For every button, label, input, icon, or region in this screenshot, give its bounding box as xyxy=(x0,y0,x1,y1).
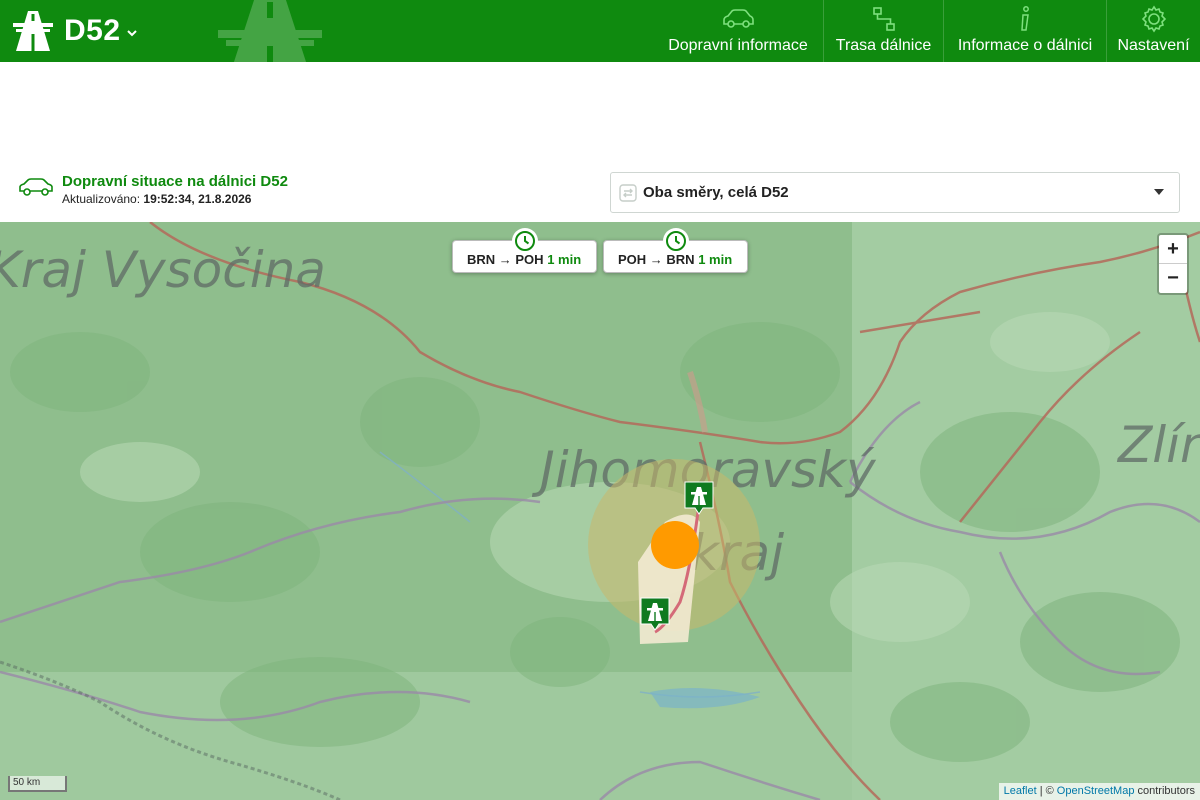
map[interactable]: Kraj Vysočina Jihomoravský kraj Zlín xyxy=(0,222,1200,800)
leaflet-link[interactable]: Leaflet xyxy=(1004,785,1037,797)
nav-settings[interactable]: Nastavení xyxy=(1106,0,1200,62)
nav-info-label: Informace o dálnici xyxy=(957,37,1093,54)
travel-route: BRN → POH xyxy=(467,252,544,267)
region-label-vysocina: Kraj Vysočina xyxy=(0,241,326,299)
zoom-in-button[interactable]: + xyxy=(1159,235,1187,264)
clock-icon xyxy=(511,228,538,254)
nav-settings-label: Nastavení xyxy=(1117,37,1190,54)
last-updated: Aktualizováno: 19:52:34, 21.8.2026 xyxy=(62,192,251,206)
attribution-suffix: contributors xyxy=(1137,785,1195,797)
road-selector[interactable]: D52 xyxy=(12,8,139,54)
car-icon xyxy=(723,9,754,28)
highway-watermark-icon xyxy=(218,0,322,62)
travel-time: 1 min xyxy=(698,252,733,267)
nav-traffic-info[interactable]: Dopravní informace xyxy=(653,0,823,62)
highway-logo-icon xyxy=(13,11,53,51)
travel-route: POH → BRN xyxy=(618,252,695,267)
gear-icon xyxy=(1141,5,1166,33)
osm-link[interactable]: OpenStreetMap xyxy=(1057,785,1135,797)
app-header: D52 Dopravní informace Trasa dálnice Inf… xyxy=(0,0,1200,62)
nav-route[interactable]: Trasa dálnice xyxy=(823,0,943,62)
chevron-down-icon xyxy=(126,30,137,37)
direction-swap-icon xyxy=(619,184,637,202)
status-title: Dopravní situace na dálnici D52 xyxy=(62,173,288,190)
direction-select-value: Oba směry, celá D52 xyxy=(643,184,789,201)
incident-marker[interactable] xyxy=(651,521,699,569)
travel-time: 1 min xyxy=(547,252,582,267)
zoom-control: + − xyxy=(1157,233,1189,295)
map-tiles: Kraj Vysočina Jihomoravský kraj Zlín xyxy=(0,222,1200,800)
nav-route-label: Trasa dálnice xyxy=(835,37,932,54)
car-icon xyxy=(19,178,53,196)
traffic-status-bar: Dopravní situace na dálnici D52 Aktualiz… xyxy=(0,162,1200,222)
clock-icon xyxy=(662,228,689,254)
zoom-out-button[interactable]: − xyxy=(1159,264,1187,293)
map-scale: 50 km xyxy=(8,776,67,792)
nav-highway-info[interactable]: Informace o dálnici xyxy=(943,0,1106,62)
travel-time-poh-brn[interactable]: POH → BRN 1 min xyxy=(603,228,748,273)
last-updated-value: 19:52:34, 21.8.2026 xyxy=(143,192,252,206)
route-icon xyxy=(872,7,895,31)
road-name: D52 xyxy=(64,14,121,47)
nav-traffic-label: Dopravní informace xyxy=(668,37,808,54)
direction-select[interactable]: Oba směry, celá D52 xyxy=(610,172,1180,213)
info-icon xyxy=(1021,6,1029,31)
attribution-separator: | © xyxy=(1039,785,1054,797)
travel-time-brn-poh[interactable]: BRN → POH 1 min xyxy=(452,228,597,273)
region-label-zlin: Zlín xyxy=(1116,416,1200,474)
last-updated-label: Aktualizováno: xyxy=(62,192,141,206)
chevron-down-icon xyxy=(1154,189,1164,195)
main-nav: Dopravní informace Trasa dálnice Informa… xyxy=(653,0,1200,62)
map-attribution: Leaflet | © OpenStreetMap contributors xyxy=(998,783,1200,800)
